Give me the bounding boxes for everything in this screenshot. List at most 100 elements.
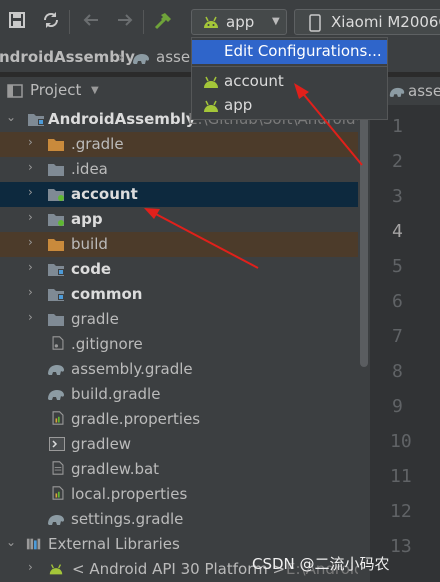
config-item-app[interactable]: app [192,94,387,118]
line-number: 1 [392,116,403,137]
terminal-file-icon [49,437,65,451]
line-number: 9 [392,396,403,417]
device-combo[interactable]: Xiaomi M2006C [294,9,440,35]
chevron-right-icon[interactable]: › [28,310,33,324]
module-folder-icon [28,114,44,126]
hammer-icon[interactable] [152,11,174,33]
tree-item-settings-gradle[interactable]: settings.gradle [0,507,358,532]
watermark: CSDN @二流小码农 [252,555,390,573]
text-file-icon [52,461,64,475]
gradle-elephant-icon [48,515,64,525]
project-panel-title[interactable]: Project [30,81,81,99]
tree-item-gradle-dir[interactable]: › .gradle [0,132,358,157]
tree-item-label: gradle [71,310,119,328]
toolbar-separator [69,10,70,34]
line-number-current: 4 [392,221,403,242]
line-number: 11 [390,466,412,487]
save-icon[interactable] [6,11,28,33]
project-panel-icon [7,84,23,98]
folder-icon [48,164,64,176]
tree-item-label: gradlew.bat [71,460,160,478]
line-number: 12 [390,501,412,522]
line-number: 3 [392,186,403,207]
tree-item-label: code [71,260,112,278]
gradle-elephant-icon [133,54,149,64]
scrollbar-thumb[interactable] [360,107,368,367]
back-arrow-icon[interactable] [80,11,102,33]
edit-configurations-item[interactable]: Edit Configurations... [192,40,387,64]
line-number: 13 [390,536,412,557]
tree-item-gradlew[interactable]: gradlew [0,432,358,457]
gradle-elephant-icon [48,390,64,400]
line-number: 5 [392,256,403,277]
forward-arrow-icon[interactable] [114,11,136,33]
editor-tab-label[interactable]: asser [408,82,440,100]
dropdown-separator [192,66,387,67]
line-number: 2 [392,151,403,172]
run-configuration-dropdown: Edit Configurations... account app [191,37,388,120]
tree-item-gitignore[interactable]: .gitignore [0,332,358,357]
tree-item-gradle-properties[interactable]: gradle.properties [0,407,358,432]
tree-item-account[interactable]: › account [0,182,358,207]
device-label: Xiaomi M2006C [331,13,440,31]
chevron-right-icon[interactable]: › [28,560,33,574]
run-configuration-combo[interactable]: app ▼ [191,9,287,35]
chevron-down-icon[interactable]: ⌄ [6,535,16,549]
android-icon [204,16,218,28]
chevron-down-icon[interactable]: ▼ [91,85,99,96]
library-icon [26,538,41,550]
chevron-right-icon[interactable]: › [28,185,33,199]
chevron-right-icon[interactable]: › [28,135,33,149]
tree-item-label: app [71,210,103,228]
module-folder-icon [48,289,64,301]
module-folder-icon [48,189,64,201]
module-folder-icon [48,264,64,276]
chevron-right-icon[interactable]: › [28,160,33,174]
tree-item-label: .gitignore [71,335,143,353]
android-icon [49,564,63,575]
android-icon [204,100,218,112]
gradle-elephant-icon [48,365,64,375]
tree-item-code[interactable]: › code [0,257,358,282]
tree-item-label: common [71,285,143,303]
config-item-account[interactable]: account [192,70,387,94]
tree-item-gradle-folder[interactable]: › gradle [0,307,358,332]
tree-item-build-gradle[interactable]: build.gradle [0,382,358,407]
tree-item-label: build.gradle [71,385,161,403]
properties-file-icon [52,486,64,500]
line-number: 6 [392,291,403,312]
edit-configurations-label: Edit Configurations... [224,42,382,60]
android-icon [204,76,218,88]
tree-item-local-properties[interactable]: local.properties [0,482,358,507]
tree-item-label: gradlew [71,435,132,453]
sync-icon[interactable] [40,11,62,33]
chevron-down-icon[interactable]: ⌄ [6,110,16,124]
tree-scrollbar[interactable] [358,105,370,582]
tree-item-label: local.properties [71,485,188,503]
tree-item-common[interactable]: › common [0,282,358,307]
tree-item-label: .gradle [71,135,124,153]
tree-item-build[interactable]: › build [0,232,358,257]
breadcrumb-module[interactable]: asse [156,48,190,66]
breadcrumb-separator-icon: › [118,48,124,66]
chevron-right-icon[interactable]: › [28,235,33,249]
toolbar-separator [143,10,144,34]
phone-icon [309,14,321,32]
tree-item-label: gradle.properties [71,410,201,428]
gradle-elephant-icon [389,87,405,97]
tree-item-gradlew-bat[interactable]: gradlew.bat [0,457,358,482]
module-folder-icon [48,214,64,226]
tree-item-app[interactable]: › app [0,207,358,232]
tree-item-label: account [71,185,138,203]
chevron-right-icon[interactable]: › [28,210,33,224]
folder-icon [48,314,64,326]
chevron-right-icon[interactable]: › [28,285,33,299]
tree-item-label: settings.gradle [71,510,184,528]
tree-item-assembly-gradle[interactable]: assembly.gradle [0,357,358,382]
tree-item-idea[interactable]: › .idea [0,157,358,182]
chevron-right-icon[interactable]: › [28,260,33,274]
config-item-label: app [224,96,253,114]
project-tree: ⌄ AndroidAssembly E:\Github\Soft\Android… [0,105,370,582]
breadcrumb-project[interactable]: ndroidAssembly [0,48,135,66]
excluded-folder-icon [48,139,64,151]
